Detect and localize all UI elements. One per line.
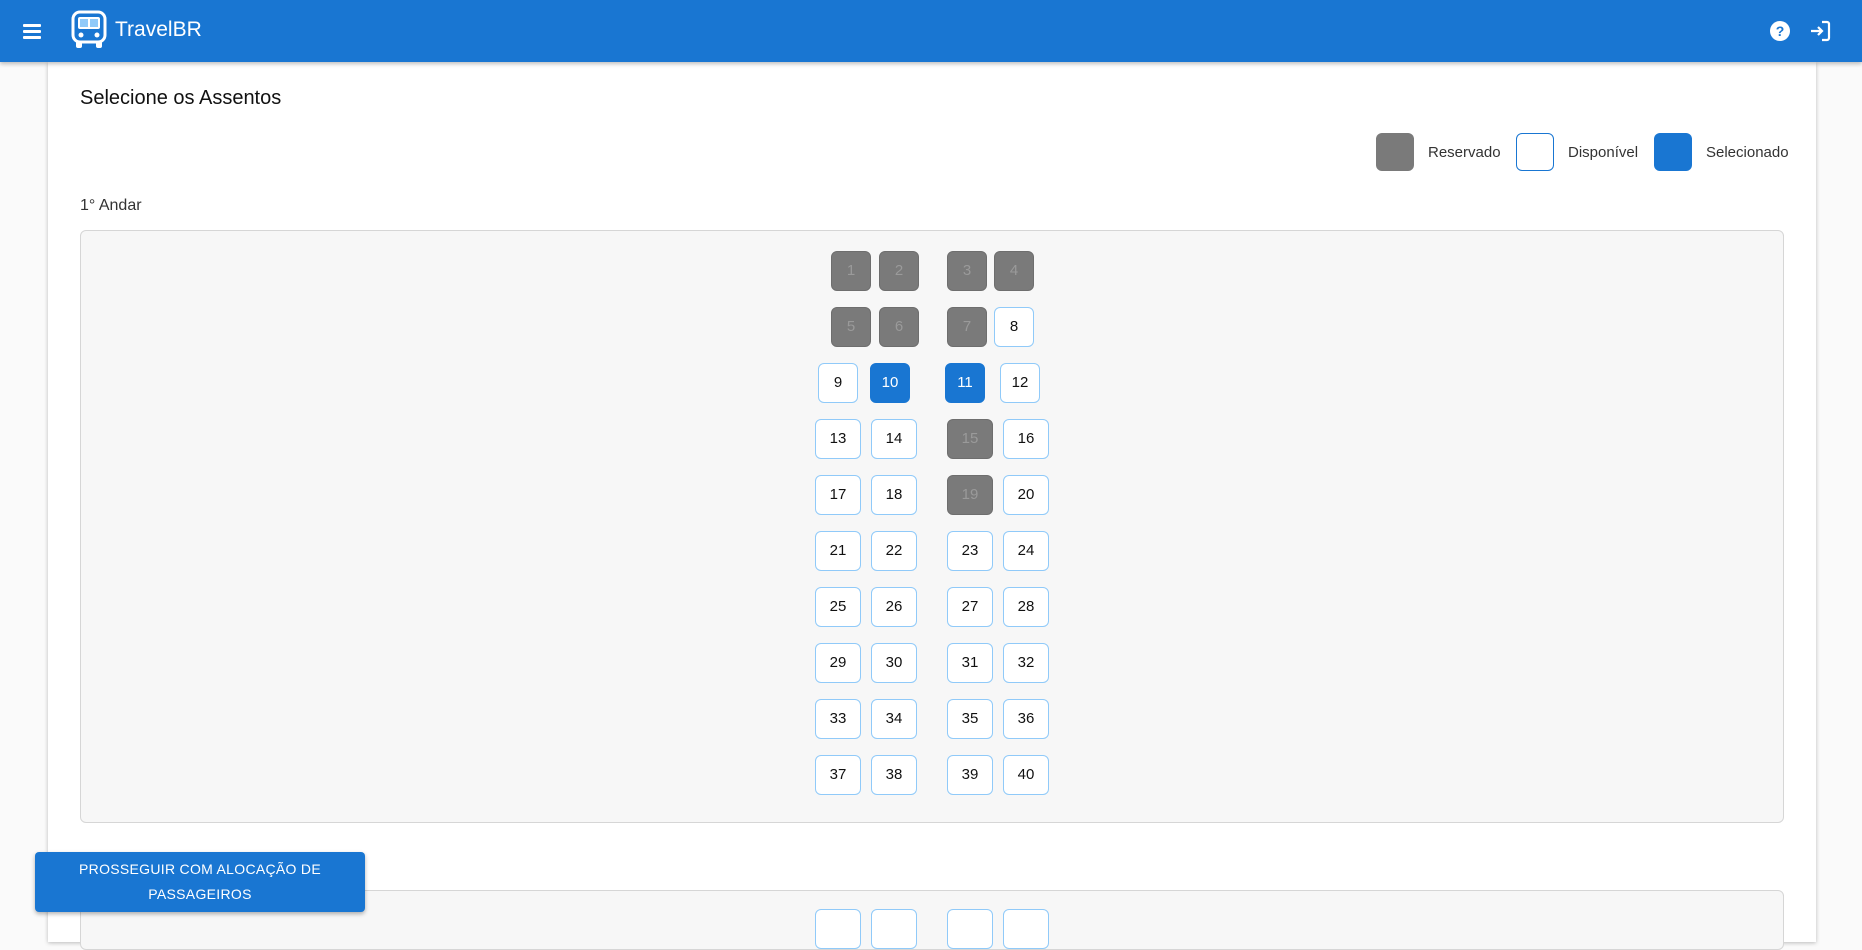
bus-icon bbox=[71, 10, 107, 48]
seat-32[interactable]: 32 bbox=[1003, 643, 1049, 683]
seat-3: 3 bbox=[947, 251, 987, 291]
help-icon[interactable]: ? bbox=[1768, 19, 1792, 43]
seat-19: 19 bbox=[947, 475, 993, 515]
seat-floor2-partial[interactable] bbox=[815, 909, 861, 949]
seat-selection-card: Selecione os Assentos Reservado Disponív… bbox=[48, 62, 1816, 950]
seat-31[interactable]: 31 bbox=[947, 643, 993, 683]
seat-30[interactable]: 30 bbox=[871, 643, 917, 683]
seat-34[interactable]: 34 bbox=[871, 699, 917, 739]
seat-18[interactable]: 18 bbox=[871, 475, 917, 515]
svg-text:?: ? bbox=[1776, 23, 1785, 39]
seat-17[interactable]: 17 bbox=[815, 475, 861, 515]
seat-29[interactable]: 29 bbox=[815, 643, 861, 683]
seat-map-floor-1: 1 2 3 4 5 6 7 8 9 10 11 12 13 14 15 16 17 18 19 20 21 22 23 24 2… bbox=[80, 230, 1784, 823]
seat-40[interactable]: 40 bbox=[1003, 755, 1049, 795]
seat-12[interactable]: 12 bbox=[1000, 363, 1040, 403]
seat-9[interactable]: 9 bbox=[818, 363, 858, 403]
seat-floor2-partial[interactable] bbox=[947, 909, 993, 949]
seat-20[interactable]: 20 bbox=[1003, 475, 1049, 515]
seat-6: 6 bbox=[879, 307, 919, 347]
seat-24[interactable]: 24 bbox=[1003, 531, 1049, 571]
seat-16[interactable]: 16 bbox=[1003, 419, 1049, 459]
seat-floor2-partial[interactable] bbox=[871, 909, 917, 949]
seat-2: 2 bbox=[879, 251, 919, 291]
seat-1: 1 bbox=[831, 251, 871, 291]
seat-13[interactable]: 13 bbox=[815, 419, 861, 459]
seat-25[interactable]: 25 bbox=[815, 587, 861, 627]
seat-10[interactable]: 10 bbox=[870, 363, 910, 403]
logout-icon[interactable] bbox=[1808, 19, 1832, 43]
legend-reserved-swatch bbox=[1376, 133, 1414, 171]
menu-icon[interactable] bbox=[20, 19, 44, 43]
seat-7: 7 bbox=[947, 307, 987, 347]
seat-36[interactable]: 36 bbox=[1003, 699, 1049, 739]
seat-5: 5 bbox=[831, 307, 871, 347]
seat-8[interactable]: 8 bbox=[994, 307, 1034, 347]
seat-21[interactable]: 21 bbox=[815, 531, 861, 571]
seat-floor2-partial[interactable] bbox=[1003, 909, 1049, 949]
seat-39[interactable]: 39 bbox=[947, 755, 993, 795]
legend-reserved-label: Reservado bbox=[1428, 144, 1501, 161]
seat-37[interactable]: 37 bbox=[815, 755, 861, 795]
seat-23[interactable]: 23 bbox=[947, 531, 993, 571]
seat-28[interactable]: 28 bbox=[1003, 587, 1049, 627]
seat-27[interactable]: 27 bbox=[947, 587, 993, 627]
seat-22[interactable]: 22 bbox=[871, 531, 917, 571]
proceed-button-label: PROSSEGUIR COM ALOCAÇÃO DE PASSAGEIROS bbox=[79, 861, 321, 902]
floor-label: 1° Andar bbox=[80, 197, 142, 214]
seat-4: 4 bbox=[994, 251, 1034, 291]
legend-selected-swatch bbox=[1654, 133, 1692, 171]
legend-available-swatch bbox=[1516, 133, 1554, 171]
app-title: TravelBR bbox=[115, 18, 202, 41]
seat-33[interactable]: 33 bbox=[815, 699, 861, 739]
seat-15: 15 bbox=[947, 419, 993, 459]
proceed-button[interactable]: PROSSEGUIR COM ALOCAÇÃO DE PASSAGEIROS bbox=[35, 852, 365, 912]
legend-available-label: Disponível bbox=[1568, 144, 1639, 161]
seat-14[interactable]: 14 bbox=[871, 419, 917, 459]
top-app-bar: TravelBR ? bbox=[0, 0, 1862, 62]
seat-35[interactable]: 35 bbox=[947, 699, 993, 739]
seat-11[interactable]: 11 bbox=[945, 363, 985, 403]
seat-26[interactable]: 26 bbox=[871, 587, 917, 627]
seat-38[interactable]: 38 bbox=[871, 755, 917, 795]
page-title: Selecione os Assentos bbox=[80, 87, 282, 109]
legend-selected-label: Selecionado bbox=[1706, 144, 1789, 161]
